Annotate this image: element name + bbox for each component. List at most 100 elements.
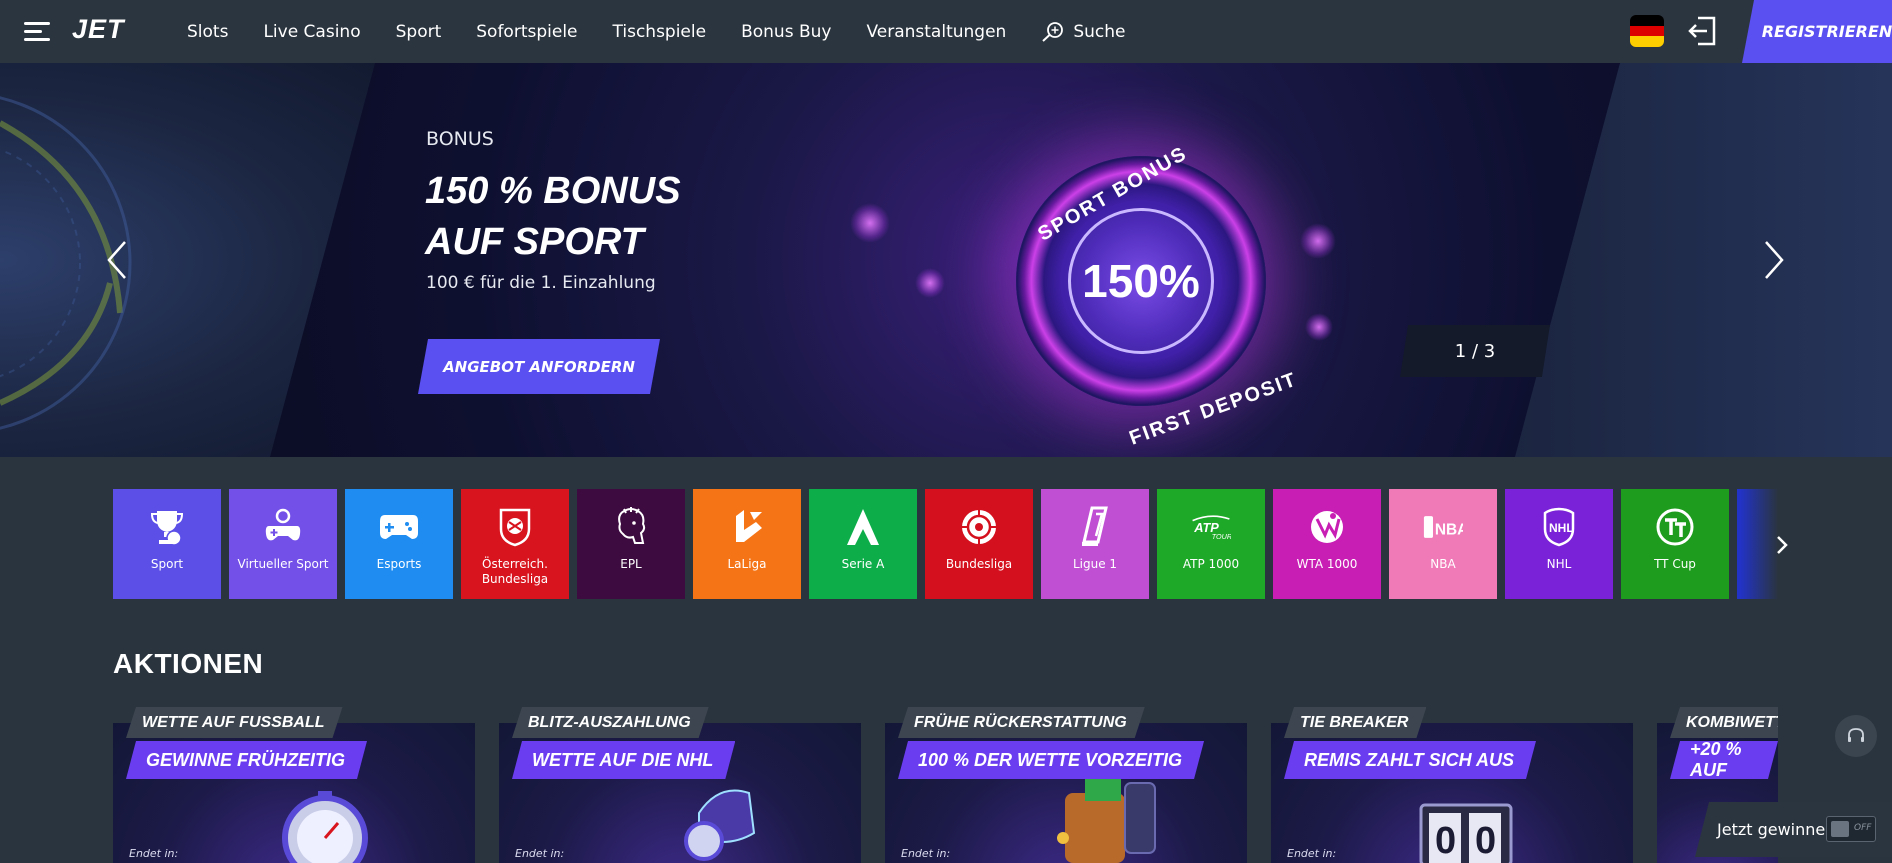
glow-dot bbox=[1305, 313, 1333, 341]
category-bundesliga[interactable]: Bundesliga bbox=[925, 489, 1033, 599]
categories-fade bbox=[1740, 489, 1778, 599]
header: JET Slots Live Casino Sport Sofortspiele… bbox=[0, 0, 1892, 63]
nba-icon: NBA bbox=[1423, 507, 1463, 547]
promo-banner: +20 % AUF bbox=[1670, 741, 1778, 779]
laliga-icon bbox=[727, 507, 767, 547]
svg-text:0: 0 bbox=[1435, 820, 1456, 862]
categories-next-icon[interactable] bbox=[1775, 534, 1789, 556]
svg-text:0: 0 bbox=[1475, 820, 1496, 862]
svg-text:TOUR: TOUR bbox=[1212, 532, 1231, 541]
category-atp-1000[interactable]: ATP TOUR ATP 1000 bbox=[1157, 489, 1265, 599]
svg-text:NHL: NHL bbox=[1549, 521, 1574, 535]
search-icon bbox=[1042, 21, 1064, 42]
nav-bonus-buy[interactable]: Bonus Buy bbox=[741, 22, 831, 42]
hero-title-line2: AUF SPORT bbox=[425, 221, 644, 263]
category-nhl[interactable]: NHL NHL bbox=[1505, 489, 1613, 599]
category-label: Sport bbox=[150, 557, 184, 571]
controller-icon bbox=[379, 507, 419, 547]
nav-live-casino[interactable]: Live Casino bbox=[263, 22, 360, 42]
promo-tag: FRÜHE RÜCKERSTATTUNG bbox=[898, 707, 1145, 738]
category-label: Bundesliga bbox=[945, 557, 1013, 571]
category-nba[interactable]: NBA NBA bbox=[1389, 489, 1497, 599]
category-label: NHL bbox=[1546, 557, 1572, 571]
ball-icon bbox=[959, 507, 999, 547]
support-button[interactable] bbox=[1835, 715, 1877, 757]
main-nav: Slots Live Casino Sport Sofortspiele Tis… bbox=[187, 0, 1160, 63]
bonus-badge-value: 150% bbox=[1068, 208, 1214, 354]
category-label: Virtueller Sport bbox=[237, 557, 329, 571]
svg-text:NBA: NBA bbox=[1435, 521, 1463, 538]
category-oesterreich-bundesliga[interactable]: Österreich. Bundesliga bbox=[461, 489, 569, 599]
category-label: LaLiga bbox=[727, 557, 767, 571]
promo-banner: WETTE AUF DIE NHL bbox=[512, 741, 735, 779]
promo-countdown-label: Endet in: bbox=[515, 847, 565, 860]
hero-title-line1: 150 % BONUS bbox=[425, 170, 681, 212]
nav-veranstaltungen[interactable]: Veranstaltungen bbox=[866, 22, 1006, 42]
hero-tag: BONUS bbox=[426, 128, 494, 150]
lion-icon bbox=[611, 507, 651, 547]
category-label: Ligue 1 bbox=[1072, 557, 1118, 571]
gamepad-icon bbox=[263, 507, 303, 547]
austria-bundesliga-icon bbox=[495, 507, 535, 547]
category-epl[interactable]: EPL bbox=[577, 489, 685, 599]
toggle-knob bbox=[1831, 821, 1849, 837]
trophy-icon bbox=[147, 507, 187, 547]
category-label: Österreich. Bundesliga bbox=[481, 557, 549, 586]
promo-tag: TIE BREAKER bbox=[1284, 707, 1426, 738]
promo-banner: GEWINNE FRÜHZEITIG bbox=[126, 741, 367, 779]
tt-cup-icon bbox=[1655, 507, 1695, 547]
category-label: EPL bbox=[620, 557, 642, 571]
glow-dot bbox=[850, 203, 890, 243]
promo-tag: BLITZ-AUSZAHLUNG bbox=[512, 707, 709, 738]
promo-banner: REMIS ZAHLT SICH AUS bbox=[1284, 741, 1536, 779]
section-title-aktionen: AKTIONEN bbox=[113, 648, 264, 679]
glow-dot bbox=[1300, 223, 1336, 259]
atp-icon: ATP TOUR bbox=[1191, 507, 1231, 547]
category-sport[interactable]: Sport bbox=[113, 489, 221, 599]
category-label: TT Cup bbox=[1654, 557, 1696, 571]
nav-tischspiele[interactable]: Tischspiele bbox=[613, 22, 707, 42]
jackpot-label: Jetzt gewinnen bbox=[1717, 820, 1836, 839]
category-esports[interactable]: Esports bbox=[345, 489, 453, 599]
language-flag-icon[interactable] bbox=[1630, 15, 1664, 47]
register-button[interactable]: REGISTRIEREN bbox=[1742, 0, 1892, 63]
nhl-icon: NHL bbox=[1539, 507, 1579, 547]
next-slide-arrow-icon[interactable] bbox=[1762, 240, 1786, 280]
sport-categories: Sport Virtueller Sport Esports Österreic… bbox=[113, 489, 1778, 599]
category-tt-cup[interactable]: TT Cup bbox=[1621, 489, 1729, 599]
nav-slots[interactable]: Slots bbox=[187, 22, 228, 42]
promo-countdown-label: Endet in: bbox=[901, 847, 951, 860]
nav-search[interactable]: Suche bbox=[1041, 21, 1125, 43]
category-ligue-1[interactable]: Ligue 1 bbox=[1041, 489, 1149, 599]
login-icon[interactable] bbox=[1686, 14, 1720, 48]
glow-dot bbox=[915, 268, 945, 298]
prev-slide-arrow-icon[interactable] bbox=[105, 240, 129, 280]
category-virtueller-sport[interactable]: Virtueller Sport bbox=[229, 489, 337, 599]
category-label: Esports bbox=[376, 557, 422, 571]
category-serie-a[interactable]: Serie A bbox=[809, 489, 917, 599]
hero-subtitle: 100 € für die 1. Einzahlung bbox=[426, 273, 656, 293]
ligue1-icon bbox=[1075, 506, 1115, 547]
hero-title: 150 % BONUS AUF SPORT bbox=[425, 166, 681, 268]
jackpot-toggle[interactable]: OFF bbox=[1826, 816, 1876, 842]
promo-banner: 100 % DER WETTE VORZEITIG bbox=[898, 741, 1204, 779]
slide-counter: 1 / 3 bbox=[1400, 325, 1550, 377]
nav-sport[interactable]: Sport bbox=[396, 22, 442, 42]
toggle-state: OFF bbox=[1854, 823, 1872, 833]
logo[interactable]: JET bbox=[72, 14, 125, 45]
hero-banner: 150% SPORT BONUS FIRST DEPOSIT BONUS 150… bbox=[0, 63, 1892, 457]
category-label: ATP 1000 bbox=[1182, 557, 1240, 571]
promo-tag: KOMBIWETTE bbox=[1670, 707, 1778, 738]
claim-offer-button[interactable]: ANGEBOT ANFORDERN bbox=[418, 339, 660, 394]
category-label: NBA bbox=[1430, 557, 1456, 571]
wta-icon bbox=[1307, 507, 1347, 547]
category-label: WTA 1000 bbox=[1296, 557, 1358, 571]
menu-icon[interactable] bbox=[24, 20, 54, 44]
category-label: Serie A bbox=[841, 557, 885, 571]
category-laliga[interactable]: LaLiga bbox=[693, 489, 801, 599]
promo-countdown-label: Endet in: bbox=[129, 847, 179, 860]
nav-sofortspiele[interactable]: Sofortspiele bbox=[476, 22, 577, 42]
serie-a-icon bbox=[843, 507, 883, 547]
category-wta-1000[interactable]: WTA 1000 bbox=[1273, 489, 1381, 599]
search-label: Suche bbox=[1073, 21, 1126, 42]
